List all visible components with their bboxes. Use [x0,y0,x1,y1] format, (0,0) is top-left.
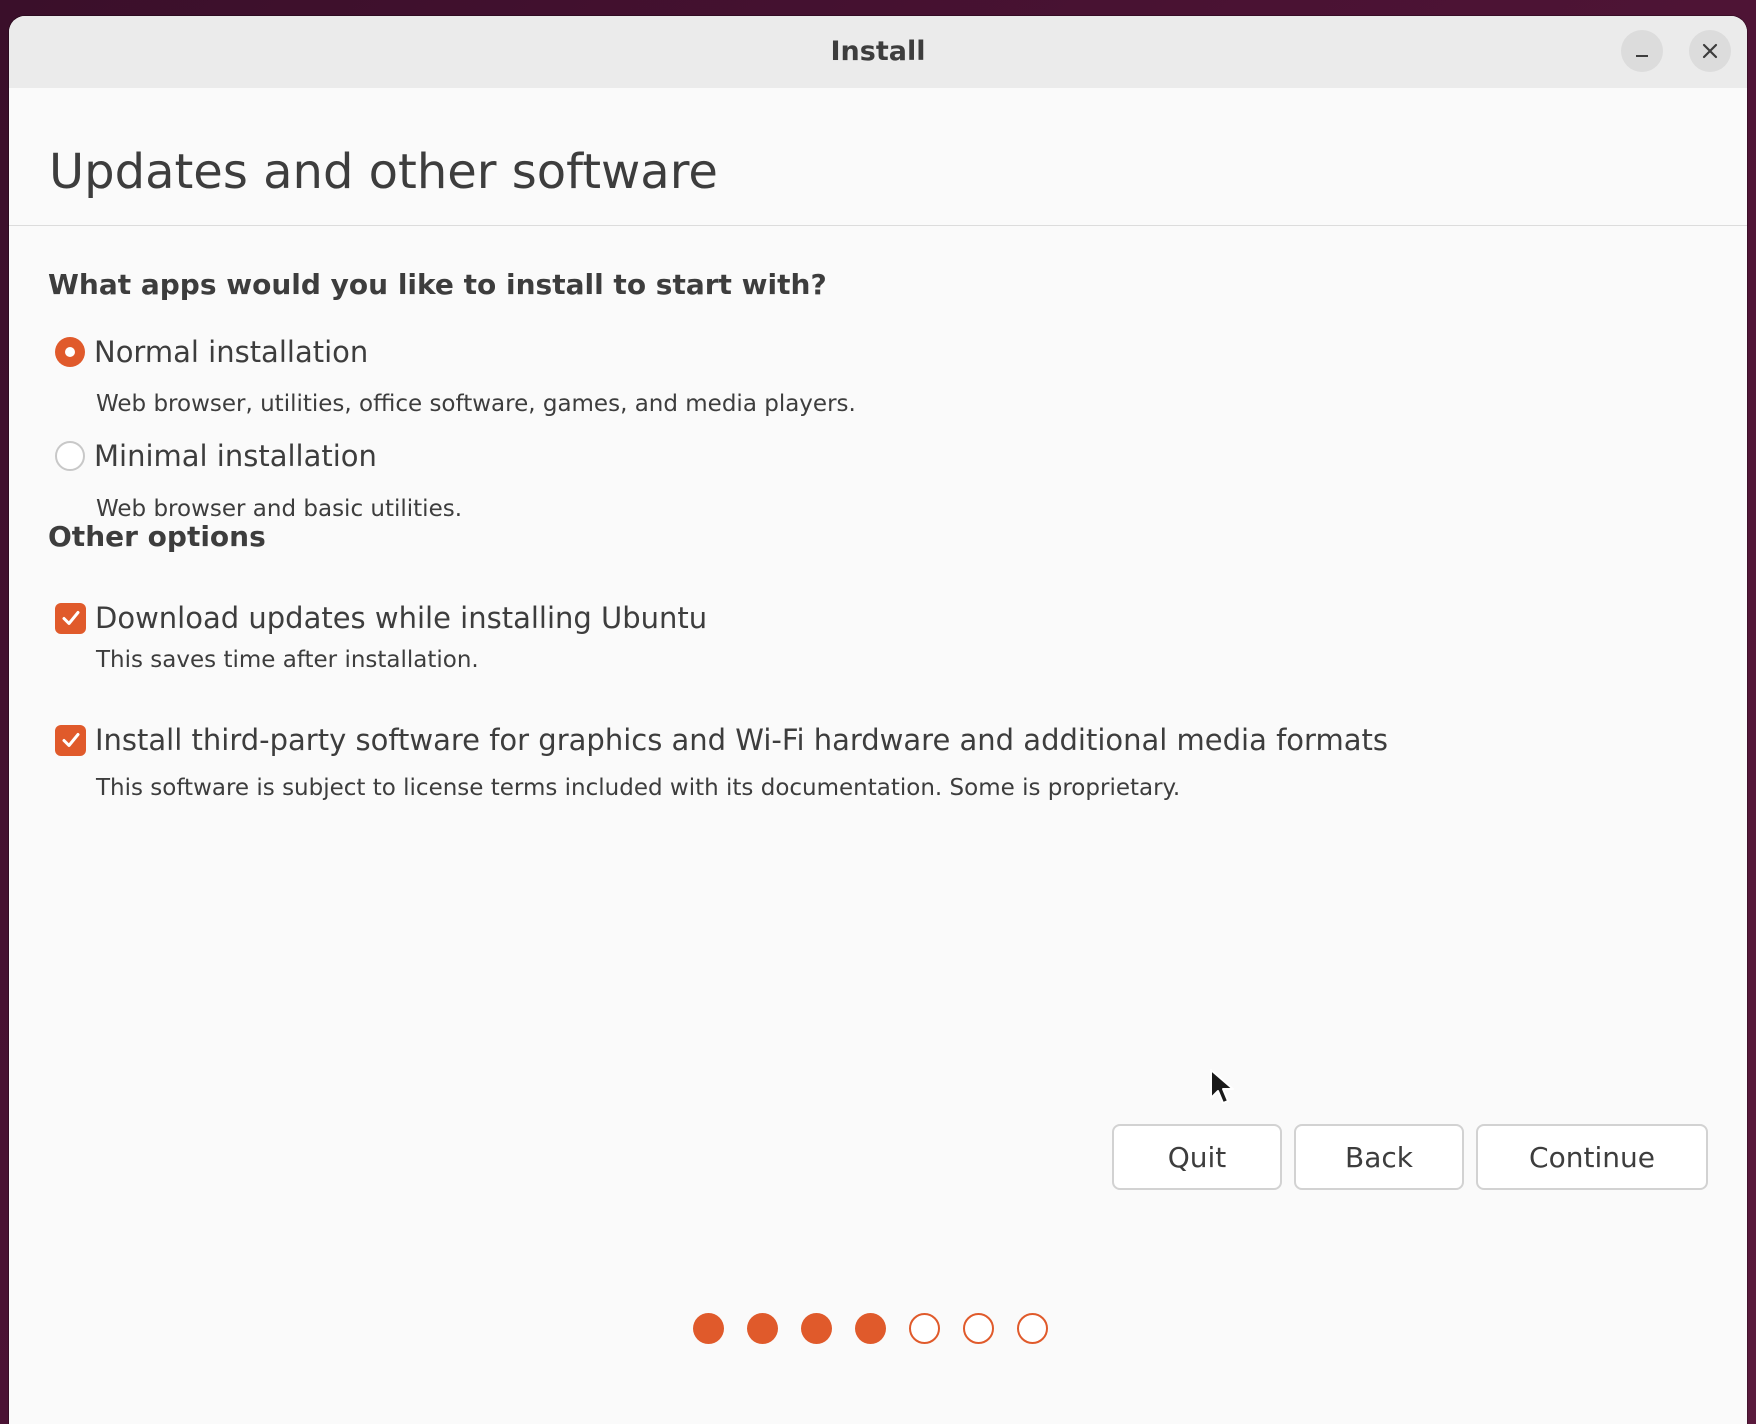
normal-installation-label[interactable]: Normal installation [94,335,368,369]
download-updates-description: This saves time after installation. [96,647,479,673]
installation-progress-indicator [693,1313,1048,1344]
checkbox-checked[interactable] [55,724,86,756]
page-title: Updates and other software [49,144,718,200]
progress-dot-completed [801,1313,832,1344]
radio-unselected-icon[interactable] [55,441,85,471]
progress-dot-completed [693,1313,724,1344]
close-button[interactable] [1689,30,1731,72]
progress-dot-pending [963,1313,994,1344]
normal-installation-description: Web browser, utilities, office software,… [96,391,856,417]
page-header: Updates and other software [9,88,1747,226]
progress-dot-completed [855,1313,886,1344]
minimal-installation-label[interactable]: Minimal installation [94,439,377,473]
minimize-button[interactable] [1621,30,1663,72]
checkmark-icon [62,611,79,625]
checkmark-icon [62,733,79,747]
progress-dot-pending [909,1313,940,1344]
radio-selected-icon[interactable] [55,337,85,367]
progress-dot-pending [1017,1313,1048,1344]
minimal-installation-description: Web browser and basic utilities. [96,496,463,522]
download-updates-checkbox[interactable]: Download updates while installing Ubuntu [55,601,707,635]
third-party-software-description: This software is subject to license term… [96,775,1181,801]
quit-button[interactable]: Quit [1112,1124,1282,1190]
close-icon [1702,43,1718,59]
mouse-pointer-icon [1210,1069,1234,1104]
third-party-software-label[interactable]: Install third-party software for graphic… [95,723,1388,757]
other-options-heading: Other options [48,520,266,553]
progress-dot-completed [747,1313,778,1344]
installer-window: Install Updates and other software What … [9,16,1747,1424]
continue-button[interactable]: Continue [1476,1124,1708,1190]
normal-installation-radio[interactable]: Normal installation [55,335,368,369]
download-updates-label[interactable]: Download updates while installing Ubuntu [95,601,707,635]
back-button[interactable]: Back [1294,1124,1464,1190]
window-title: Install [830,36,926,67]
install-type-question: What apps would you like to install to s… [48,268,827,301]
third-party-software-checkbox[interactable]: Install third-party software for graphic… [55,723,1388,757]
minimize-icon [1636,55,1648,57]
minimal-installation-radio[interactable]: Minimal installation [55,439,377,473]
checkbox-checked[interactable] [55,602,86,634]
title-bar: Install [9,16,1747,89]
